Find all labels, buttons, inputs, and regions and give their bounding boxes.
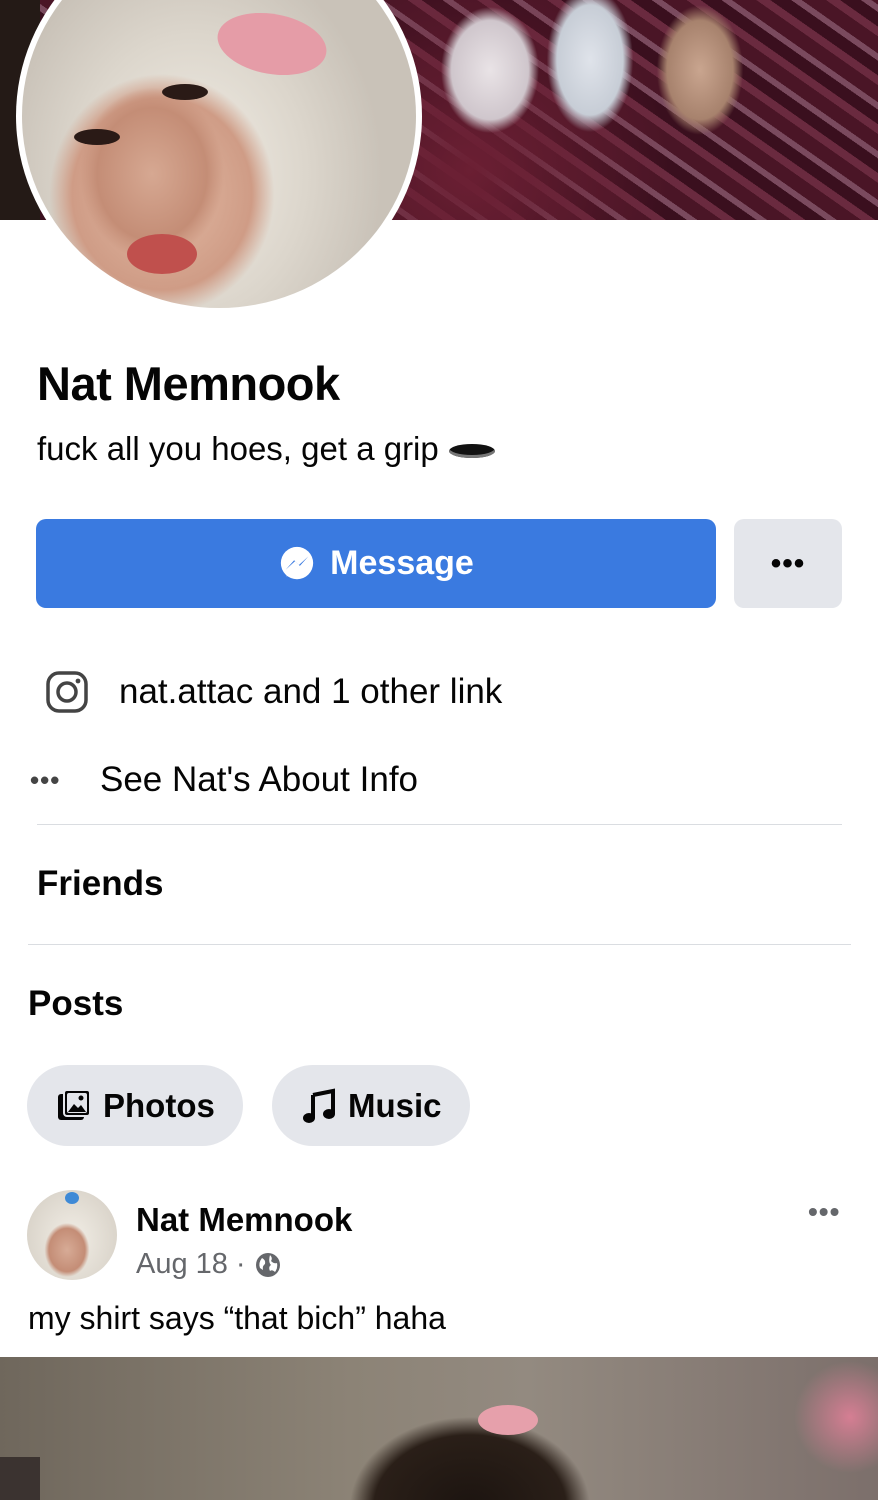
instagram-link-row[interactable]: nat.attac and 1 other link [45,670,502,714]
profile-name: Nat Memnook [37,357,340,410]
message-button-label: Message [330,544,474,582]
instagram-link-text: nat.attac and 1 other link [119,672,503,711]
music-icon [303,1088,335,1123]
message-button[interactable]: Message [36,519,716,608]
divider [28,944,851,945]
posts-section-title: Posts [28,984,124,1023]
lip-decoration [127,234,197,274]
photos-filter-chip[interactable]: Photos [27,1065,243,1146]
post-date[interactable]: Aug 18 [136,1248,228,1281]
eye-decoration [162,84,208,100]
instagram-icon [46,671,88,713]
post-photo[interactable] [0,1357,878,1500]
music-filter-label: Music [348,1086,442,1124]
globe-icon [255,1252,280,1277]
photos-icon [58,1088,91,1120]
about-info-row[interactable]: ••• See Nat's About Info [30,760,418,800]
post-meta-separator: · [235,1248,246,1280]
post-text: my shirt says “that bich” haha [28,1300,446,1336]
avatar-decoration [65,1192,79,1204]
hair-bow-decoration [478,1405,538,1435]
photo-shadow [0,1457,40,1500]
messenger-icon [281,546,314,579]
music-filter-chip[interactable]: Music [272,1065,470,1146]
post-author-avatar[interactable] [27,1190,117,1280]
post-more-options-button[interactable]: ••• [808,1196,840,1228]
eye-decoration [74,129,120,145]
more-options-button[interactable]: ••• [734,519,842,608]
divider [37,824,842,825]
post-author-name[interactable]: Nat Memnook [136,1201,352,1239]
hole-emoji-icon [448,444,495,459]
about-info-text: See Nat's About Info [100,760,419,799]
post-meta: Aug 18 · [136,1248,282,1281]
photos-filter-label: Photos [103,1086,215,1124]
profile-picture[interactable] [16,0,422,314]
profile-bio: fuck all you hoes, get a grip [37,430,495,468]
profile-picture-image [22,0,416,308]
profile-bio-text: fuck all you hoes, get a grip [37,430,439,467]
hood-ear-decoration [212,4,332,84]
more-dots-icon: ••• [30,764,61,795]
friends-section-title[interactable]: Friends [37,864,163,904]
